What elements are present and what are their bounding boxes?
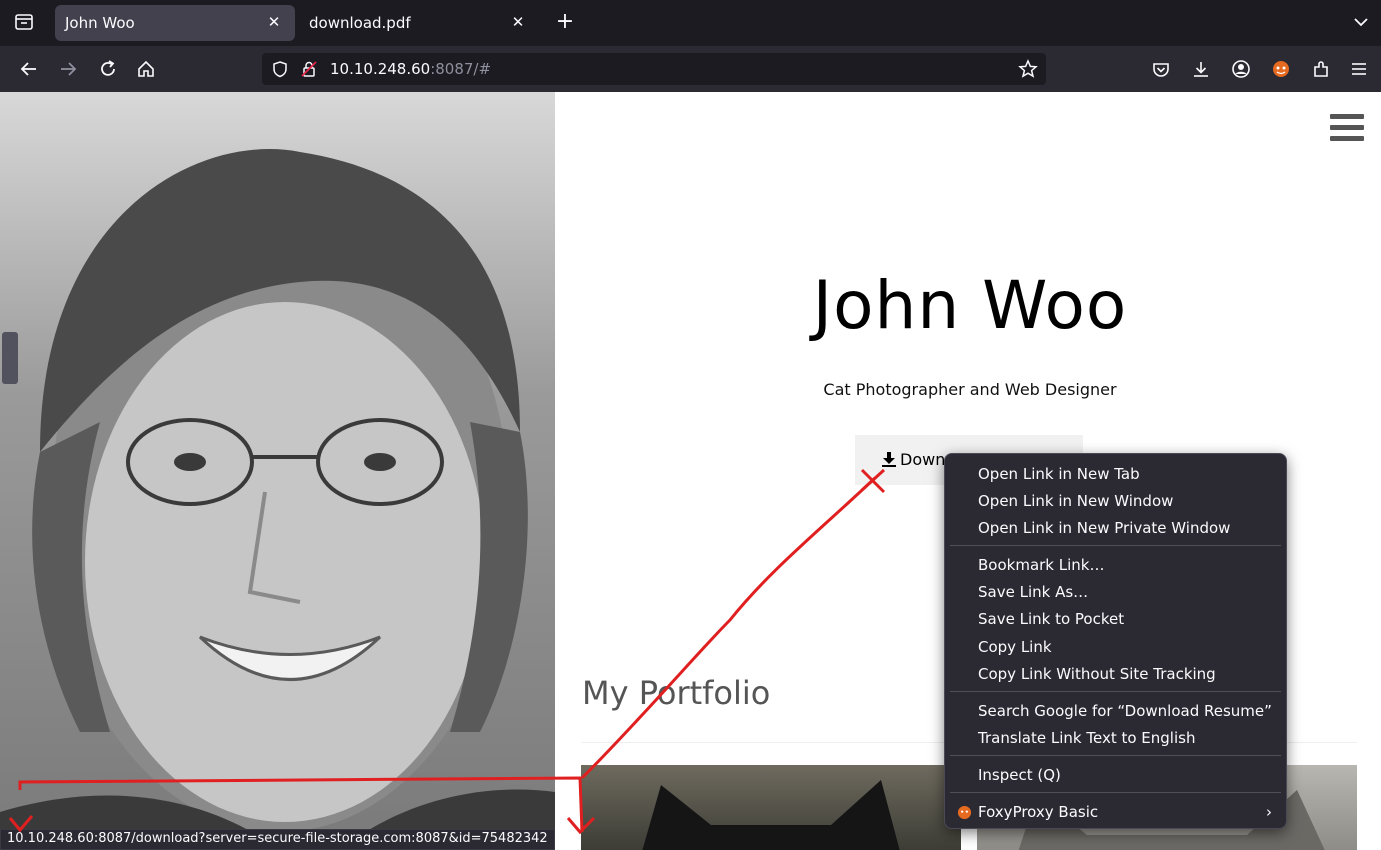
url-bar[interactable]: 10.10.248.60:8087/# [262, 53, 1046, 85]
toolbar-right [1141, 46, 1381, 92]
menu-separator [950, 691, 1281, 692]
menu-item-inspect[interactable]: Inspect (Q) [945, 762, 1286, 788]
menu-bar-line [1330, 136, 1364, 141]
menu-bar-line [1330, 125, 1364, 130]
url-host: 10.10.248.60 [330, 60, 431, 78]
menu-item-copy-link[interactable]: Copy Link [945, 634, 1286, 660]
profile-portrait-image [0, 92, 555, 850]
tab-john-woo[interactable]: John Woo ✕ [55, 5, 295, 41]
portrait-illustration [0, 149, 555, 850]
menu-item-foxyproxy[interactable]: FoxyProxy Basic › [945, 799, 1286, 825]
tab-title: John Woo [65, 14, 135, 32]
sidebar-handle[interactable] [2, 332, 18, 384]
menu-separator [950, 545, 1281, 546]
extension-icon[interactable] [1311, 59, 1331, 79]
menu-item-open-new-window[interactable]: Open Link in New Window [945, 488, 1286, 514]
page-title: John Woo [812, 267, 1128, 344]
lock-icon[interactable] [300, 60, 318, 78]
foxyproxy-icon [957, 805, 972, 820]
close-icon[interactable]: ✕ [509, 13, 527, 31]
tab-download-pdf[interactable]: download.pdf ✕ [299, 5, 539, 41]
url-path: :8087/# [430, 60, 492, 78]
download-button-label: Down [900, 450, 946, 469]
menu-item-translate-link[interactable]: Translate Link Text to English [945, 725, 1286, 751]
cat-illustration [642, 780, 900, 850]
menu-icon[interactable] [1349, 59, 1369, 79]
menu-separator [950, 792, 1281, 793]
portfolio-heading: My Portfolio [582, 674, 771, 712]
download-icon[interactable] [1191, 59, 1211, 79]
tab-list-icon[interactable] [14, 12, 34, 32]
chevron-down-icon[interactable] [1353, 14, 1369, 30]
menu-item-open-new-tab[interactable]: Open Link in New Tab [945, 461, 1286, 487]
menu-item-save-to-pocket[interactable]: Save Link to Pocket [945, 606, 1286, 632]
reload-icon[interactable] [97, 58, 119, 80]
menu-item-search-google[interactable]: Search Google for “Download Resume” [945, 698, 1286, 724]
portfolio-image-cat-black[interactable] [581, 765, 961, 850]
pocket-icon[interactable] [1151, 59, 1171, 79]
forward-arrow-icon[interactable] [57, 58, 79, 80]
url-text[interactable]: 10.10.248.60:8087/# [330, 60, 491, 78]
link-context-menu: Open Link in New Tab Open Link in New Wi… [944, 453, 1287, 829]
back-arrow-icon[interactable] [18, 58, 40, 80]
menu-bar-line [1330, 114, 1364, 119]
plus-icon[interactable]: + [554, 10, 576, 34]
shield-icon[interactable] [271, 60, 289, 78]
menu-item-save-link-as[interactable]: Save Link As… [945, 579, 1286, 605]
tab-bar: John Woo ✕ download.pdf ✕ + [0, 0, 1381, 46]
close-icon[interactable]: ✕ [265, 13, 283, 31]
account-icon[interactable] [1231, 59, 1251, 79]
download-icon [882, 452, 896, 467]
page-menu-button[interactable] [1330, 114, 1366, 146]
menu-item-bookmark-link[interactable]: Bookmark Link… [945, 552, 1286, 578]
foxyproxy-icon[interactable] [1271, 59, 1291, 79]
menu-separator [950, 755, 1281, 756]
status-link-url: 10.10.248.60:8087/download?server=secure… [0, 829, 555, 850]
page-subtitle: Cat Photographer and Web Designer [823, 380, 1117, 399]
tab-title: download.pdf [309, 14, 411, 32]
star-icon[interactable] [1018, 59, 1038, 79]
home-icon[interactable] [135, 58, 157, 80]
menu-item-open-private-window[interactable]: Open Link in New Private Window [945, 515, 1286, 541]
menu-item-copy-link-no-tracking[interactable]: Copy Link Without Site Tracking [945, 661, 1286, 687]
nav-bar: 10.10.248.60:8087/# [0, 46, 1381, 92]
chevron-right-icon: › [1266, 803, 1272, 821]
